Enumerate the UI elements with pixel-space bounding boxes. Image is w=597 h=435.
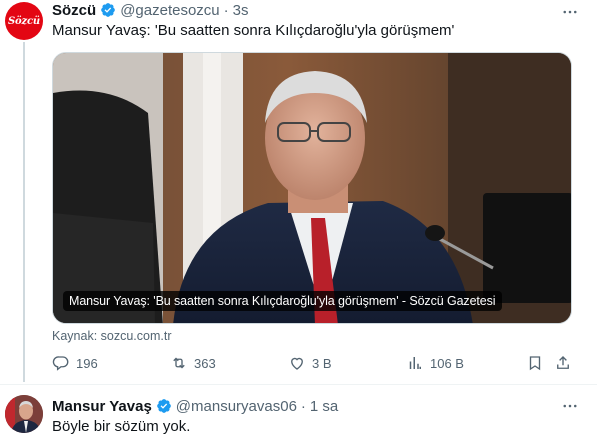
like-count: 3 B xyxy=(312,355,332,371)
tweet-actions: 196 363 3 B 106 B xyxy=(48,354,574,376)
views-button[interactable]: 106 B xyxy=(406,354,464,372)
tweet-divider xyxy=(0,384,597,385)
repost-icon xyxy=(173,357,185,369)
author-handle[interactable]: @gazetesozcu xyxy=(120,2,219,19)
timestamp[interactable]: 1 sa xyxy=(310,398,338,415)
author-handle[interactable]: @mansuryavas06 xyxy=(176,398,297,415)
more-horizontal-icon[interactable] xyxy=(560,396,580,416)
tweet-text: Mansur Yavaş: 'Bu saatten sonra Kılıçdar… xyxy=(52,22,455,39)
like-button[interactable]: 3 B xyxy=(288,354,332,372)
timestamp[interactable]: 3s xyxy=(233,2,249,19)
bookmark-icon xyxy=(529,356,541,371)
tweet-text: Böyle bir sözüm yok. xyxy=(52,418,191,435)
bookmark-button[interactable] xyxy=(526,354,550,372)
author-name[interactable]: Mansur Yavaş xyxy=(52,398,152,415)
repost-button[interactable]: 363 xyxy=(170,354,216,372)
link-source[interactable]: Kaynak: sozcu.com.tr xyxy=(52,329,172,343)
tweet-header: Sözcü @gazetesozcu · 3s xyxy=(52,0,248,20)
more-horizontal-icon[interactable] xyxy=(560,2,580,22)
separator-dot: · xyxy=(223,1,229,19)
avatar[interactable] xyxy=(5,395,43,433)
news-photo xyxy=(53,53,571,323)
verified-badge-icon[interactable] xyxy=(156,398,172,414)
view-count: 106 B xyxy=(430,355,464,371)
link-card-image[interactable]: Mansur Yavaş: 'Bu saatten sonra Kılıçdar… xyxy=(52,52,572,324)
heart-icon xyxy=(291,357,303,370)
reply-icon xyxy=(52,356,69,371)
separator-dot: · xyxy=(300,397,306,415)
verified-badge-icon[interactable] xyxy=(100,2,116,18)
repost-count: 363 xyxy=(194,355,216,371)
share-icon xyxy=(557,356,569,369)
avatar[interactable]: Sözcü xyxy=(5,2,43,40)
reply-count: 196 xyxy=(76,355,98,371)
avatar-logo-text: Sözcü xyxy=(8,15,40,27)
views-icon xyxy=(409,357,421,369)
tweet-header: Mansur Yavaş @mansuryavas06 · 1 sa xyxy=(52,396,338,416)
reply-button[interactable]: 196 xyxy=(52,354,98,372)
card-caption: Mansur Yavaş: 'Bu saatten sonra Kılıçdar… xyxy=(63,291,502,311)
thread-line xyxy=(23,42,25,382)
share-button[interactable] xyxy=(554,354,578,372)
avatar-photo xyxy=(5,395,43,433)
author-name[interactable]: Sözcü xyxy=(52,2,96,19)
